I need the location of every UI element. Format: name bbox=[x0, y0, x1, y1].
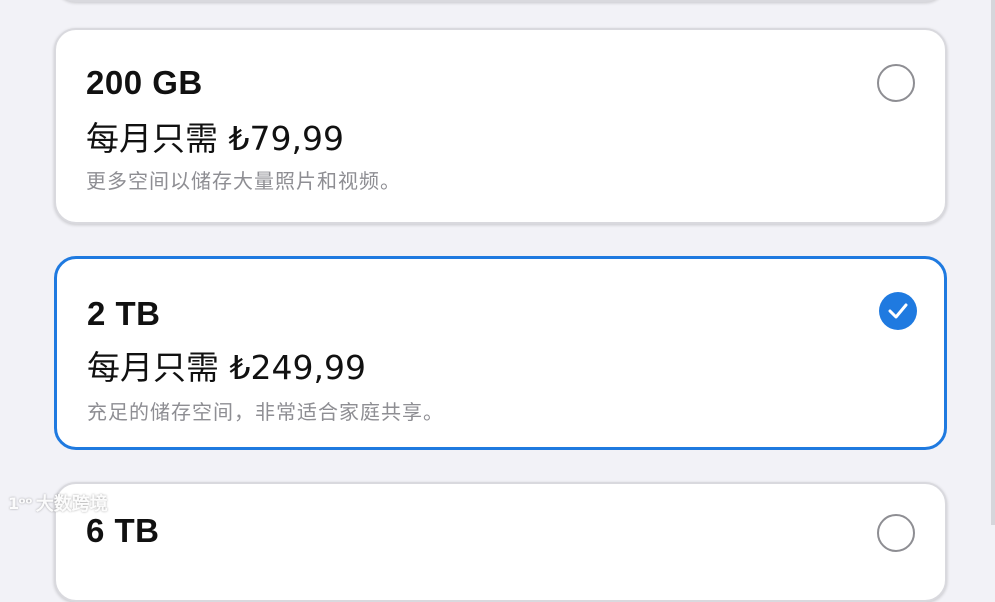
scroll-edge bbox=[991, 0, 995, 525]
radio-button-selected[interactable] bbox=[879, 292, 917, 330]
radio-button-unselected[interactable] bbox=[877, 64, 915, 102]
plan-price: 每月只需 ₺249,99 bbox=[87, 348, 366, 387]
plan-card-6tb[interactable]: 6 TB bbox=[54, 482, 947, 602]
plan-card-2tb[interactable]: 2 TB 每月只需 ₺249,99 充足的储存空间，非常适合家庭共享。 bbox=[54, 256, 947, 450]
plan-description: 充足的储存空间，非常适合家庭共享。 bbox=[87, 400, 444, 424]
plan-card-200gb[interactable]: 200 GB 每月只需 ₺79,99 更多空间以储存大量照片和视频。 bbox=[54, 28, 947, 224]
plan-size: 6 TB bbox=[86, 512, 160, 549]
checkmark-icon bbox=[888, 303, 908, 319]
plan-description: 更多空间以储存大量照片和视频。 bbox=[86, 169, 401, 193]
watermark-text: 大数跨境 bbox=[35, 494, 108, 515]
plan-card-previous[interactable] bbox=[54, 0, 947, 2]
plan-price: 每月只需 ₺79,99 bbox=[86, 119, 344, 158]
radio-button-unselected[interactable] bbox=[877, 514, 915, 552]
plan-size: 2 TB bbox=[87, 295, 161, 332]
watermark-logo: 1ᵒᵒ bbox=[8, 493, 33, 513]
watermark: 1ᵒᵒ 大数跨境 bbox=[8, 490, 108, 516]
plan-size: 200 GB bbox=[86, 64, 203, 101]
